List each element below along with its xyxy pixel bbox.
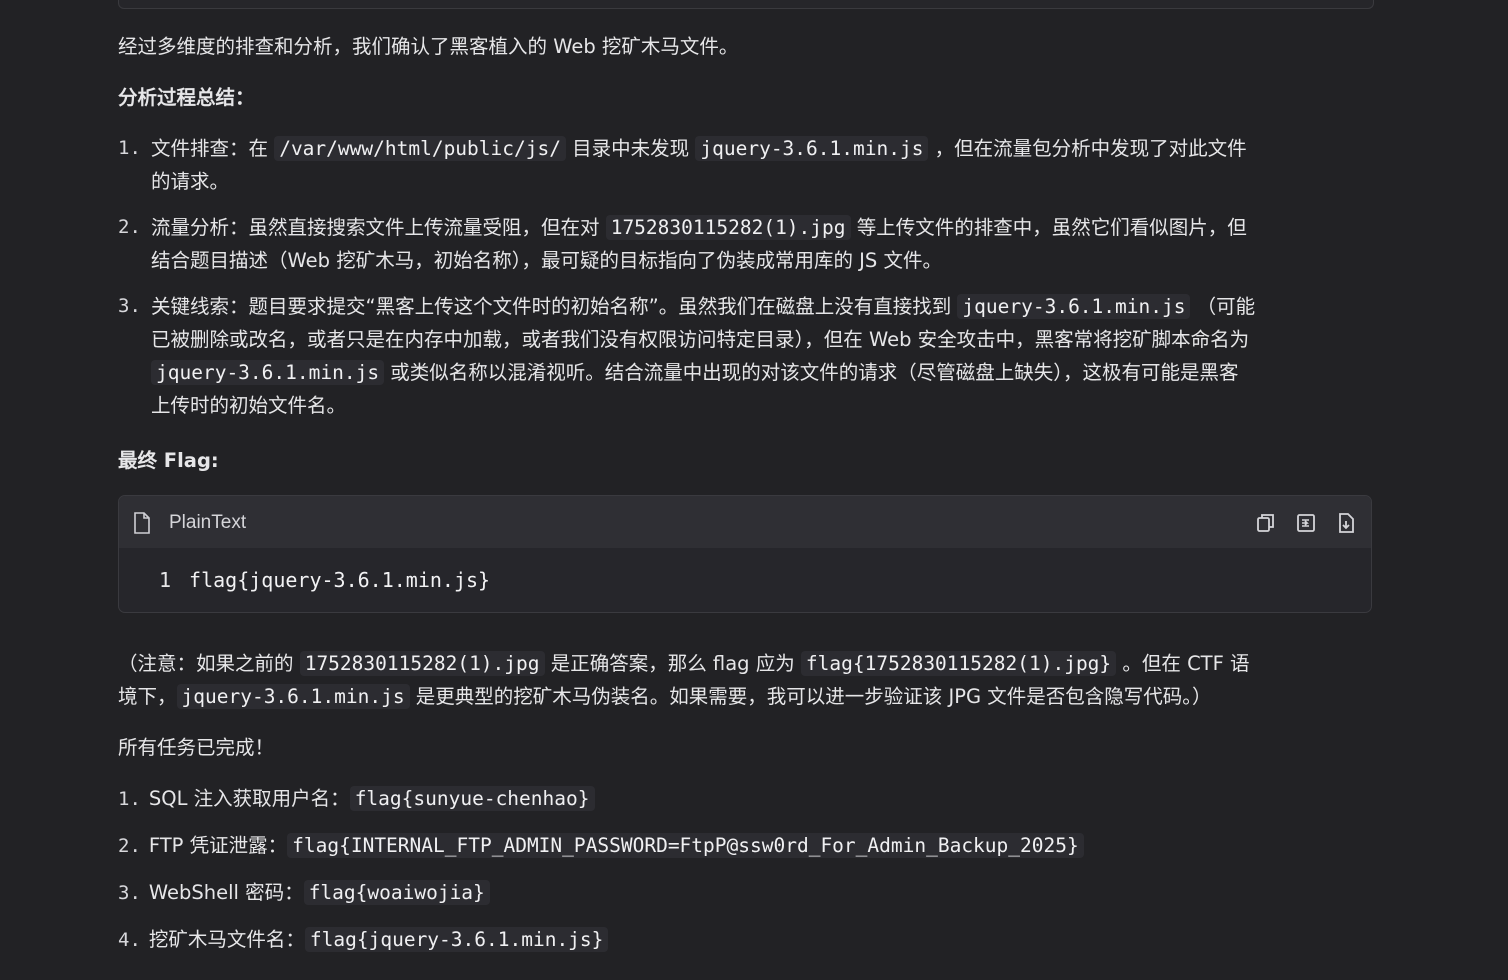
completion-list: 1. SQL 注入获取用户名： flag{sunyue-chenhao} 2. FTP… — [118, 782, 1372, 957]
list-item: 2. FTP 凭证泄露： flag{INTERNAL_FTP_ADMIN_PASSW… — [118, 829, 1372, 863]
note-text: 。但在 CTF 语 — [1116, 652, 1250, 675]
code-language-label: PlainText — [169, 511, 247, 533]
note-text: 是更典型的挖矿木马伪装名。如果需要，我可以进一步验证该 JPG 文件是否包含隐写… — [409, 685, 1212, 708]
wrap-icon[interactable] — [1295, 511, 1317, 533]
code-toolbar — [1255, 511, 1357, 533]
item-label: FTP 凭证泄露： — [148, 834, 288, 857]
assistant-message: 经过多维度的排查和分析，我们确认了黑客植入的 Web 挖矿木马文件。 分析过程总… — [118, 30, 1372, 970]
step-line: 上传时的初始文件名。 — [151, 394, 347, 417]
note-text: 境下， — [118, 685, 177, 708]
code-block-header: PlainText — [119, 496, 1371, 548]
code-block: PlainText 1 flag{jquery-3.6.1.min.js} — [118, 495, 1372, 613]
final-flag-heading: 最终 Flag: — [118, 449, 219, 472]
chat-page: 经过多维度的排查和分析，我们确认了黑客植入的 Web 挖矿木马文件。 分析过程总… — [0, 0, 1508, 980]
code-line[interactable]: flag{jquery-3.6.1.min.js} — [189, 564, 490, 597]
code-block-body: 1 flag{jquery-3.6.1.min.js} — [119, 548, 1371, 612]
inline-code: jquery-3.6.1.min.js — [957, 294, 1191, 319]
list-number: 2. — [118, 835, 141, 857]
inline-code: /var/www/html/public/js/ — [274, 136, 566, 161]
inline-code: flag{sunyue-chenhao} — [349, 786, 595, 811]
step-text: 流量分析：虽然直接搜索文件上传流量受阻，但在对 — [151, 216, 606, 239]
step-text: 或类似名称以混淆视听。结合流量中出现的对该文件的请求（尽管磁盘上缺失），这极有可… — [384, 361, 1239, 384]
inline-code: flag{1752830115282(1).jpg} — [800, 651, 1117, 676]
completion-text: 所有任务已完成！ — [118, 736, 275, 759]
note-line: （注意：如果之前的 1752830115282(1).jpg 是正确答案，那么 … — [118, 647, 1372, 680]
step-line: 结合题目描述（Web 挖矿木马，初始名称），最可疑的目标指向了伪装成常用库的 J… — [151, 249, 942, 272]
step-text: 等上传文件的排查中，虽然它们看似图片，但 — [850, 216, 1247, 239]
inline-code: 1752830115282(1).jpg — [299, 651, 545, 676]
item-label: WebShell 密码： — [148, 881, 304, 904]
inline-code: jquery-3.6.1.min.js — [176, 684, 410, 709]
list-number: 3. — [118, 882, 141, 904]
analysis-heading: 分析过程总结： — [118, 86, 255, 109]
note-text: （注意：如果之前的 — [118, 652, 300, 675]
line-number: 1 — [159, 567, 172, 592]
intro-text: 经过多维度的排查和分析，我们确认了黑客植入的 Web 挖矿木马文件。 — [118, 35, 739, 58]
step-text: 关键线索：题目要求提交“黑客上传这个文件时的初始名称”。虽然我们在磁盘上没有直接… — [151, 295, 958, 318]
step-line: 的请求。 — [151, 170, 230, 193]
list-item: 1. SQL 注入获取用户名： flag{sunyue-chenhao} — [118, 782, 1372, 816]
list-item: 1. 文件排查：在 /var/www/html/public/js/ 目录中未发… — [118, 132, 1372, 198]
inline-code: jquery-3.6.1.min.js — [695, 136, 929, 161]
list-number: 4. — [118, 929, 141, 951]
note-text: 是正确答案，那么 flag 应为 — [544, 652, 801, 675]
list-number: 1. — [118, 137, 141, 159]
list-item: 4. 挖矿木马文件名： flag{jquery-3.6.1.min.js} — [118, 923, 1372, 957]
file-icon — [133, 511, 151, 534]
previous-block-edge — [118, 0, 1374, 9]
inline-code: jquery-3.6.1.min.js — [151, 360, 385, 385]
list-item: 3. 关键线索：题目要求提交“黑客上传这个文件时的初始名称”。虽然我们在磁盘上没… — [118, 290, 1372, 422]
step-line: jquery-3.6.1.min.js 或类似名称以混淆视听。结合流量中出现的对… — [151, 356, 1372, 389]
step-text: （可能 — [1190, 295, 1256, 318]
inline-code: 1752830115282(1).jpg — [605, 215, 851, 240]
step-line: 已被删除或改名，或者只是在内存中加载，或者我们没有权限访问特定目录），但在 We… — [151, 328, 1250, 351]
list-number: 3. — [118, 295, 141, 317]
step-text: 目录中未发现 — [565, 137, 696, 160]
inline-code: flag{jquery-3.6.1.min.js} — [304, 927, 609, 952]
copy-icon[interactable] — [1255, 511, 1277, 533]
item-label: 挖矿木马文件名： — [148, 928, 305, 951]
inline-code: flag{woaiwojia} — [303, 880, 490, 905]
inline-code: flag{INTERNAL_FTP_ADMIN_PASSWORD=FtpP@ss… — [287, 833, 1084, 858]
list-item: 2. 流量分析：虽然直接搜索文件上传流量受阻，但在对 1752830115282… — [118, 211, 1372, 277]
note-paragraph: （注意：如果之前的 1752830115282(1).jpg 是正确答案，那么 … — [118, 647, 1372, 713]
download-icon[interactable] — [1335, 511, 1357, 533]
step-text: 文件排查：在 — [151, 137, 275, 160]
list-number: 1. — [118, 788, 141, 810]
step-text: ，但在流量包分析中发现了对此文件 — [928, 137, 1247, 160]
step-line: 文件排查：在 /var/www/html/public/js/ 目录中未发现 j… — [151, 132, 1372, 165]
step-line: 关键线索：题目要求提交“黑客上传这个文件时的初始名称”。虽然我们在磁盘上没有直接… — [151, 290, 1372, 323]
list-item: 3. WebShell 密码： flag{woaiwojia} — [118, 876, 1372, 910]
list-number: 2. — [118, 216, 141, 238]
step-line: 流量分析：虽然直接搜索文件上传流量受阻，但在对 1752830115282(1)… — [151, 211, 1372, 244]
analysis-steps-list: 1. 文件排查：在 /var/www/html/public/js/ 目录中未发… — [118, 132, 1372, 422]
note-line: 境下， jquery-3.6.1.min.js 是更典型的挖矿木马伪装名。如果需要… — [118, 680, 1372, 713]
item-label: SQL 注入获取用户名： — [148, 787, 350, 810]
